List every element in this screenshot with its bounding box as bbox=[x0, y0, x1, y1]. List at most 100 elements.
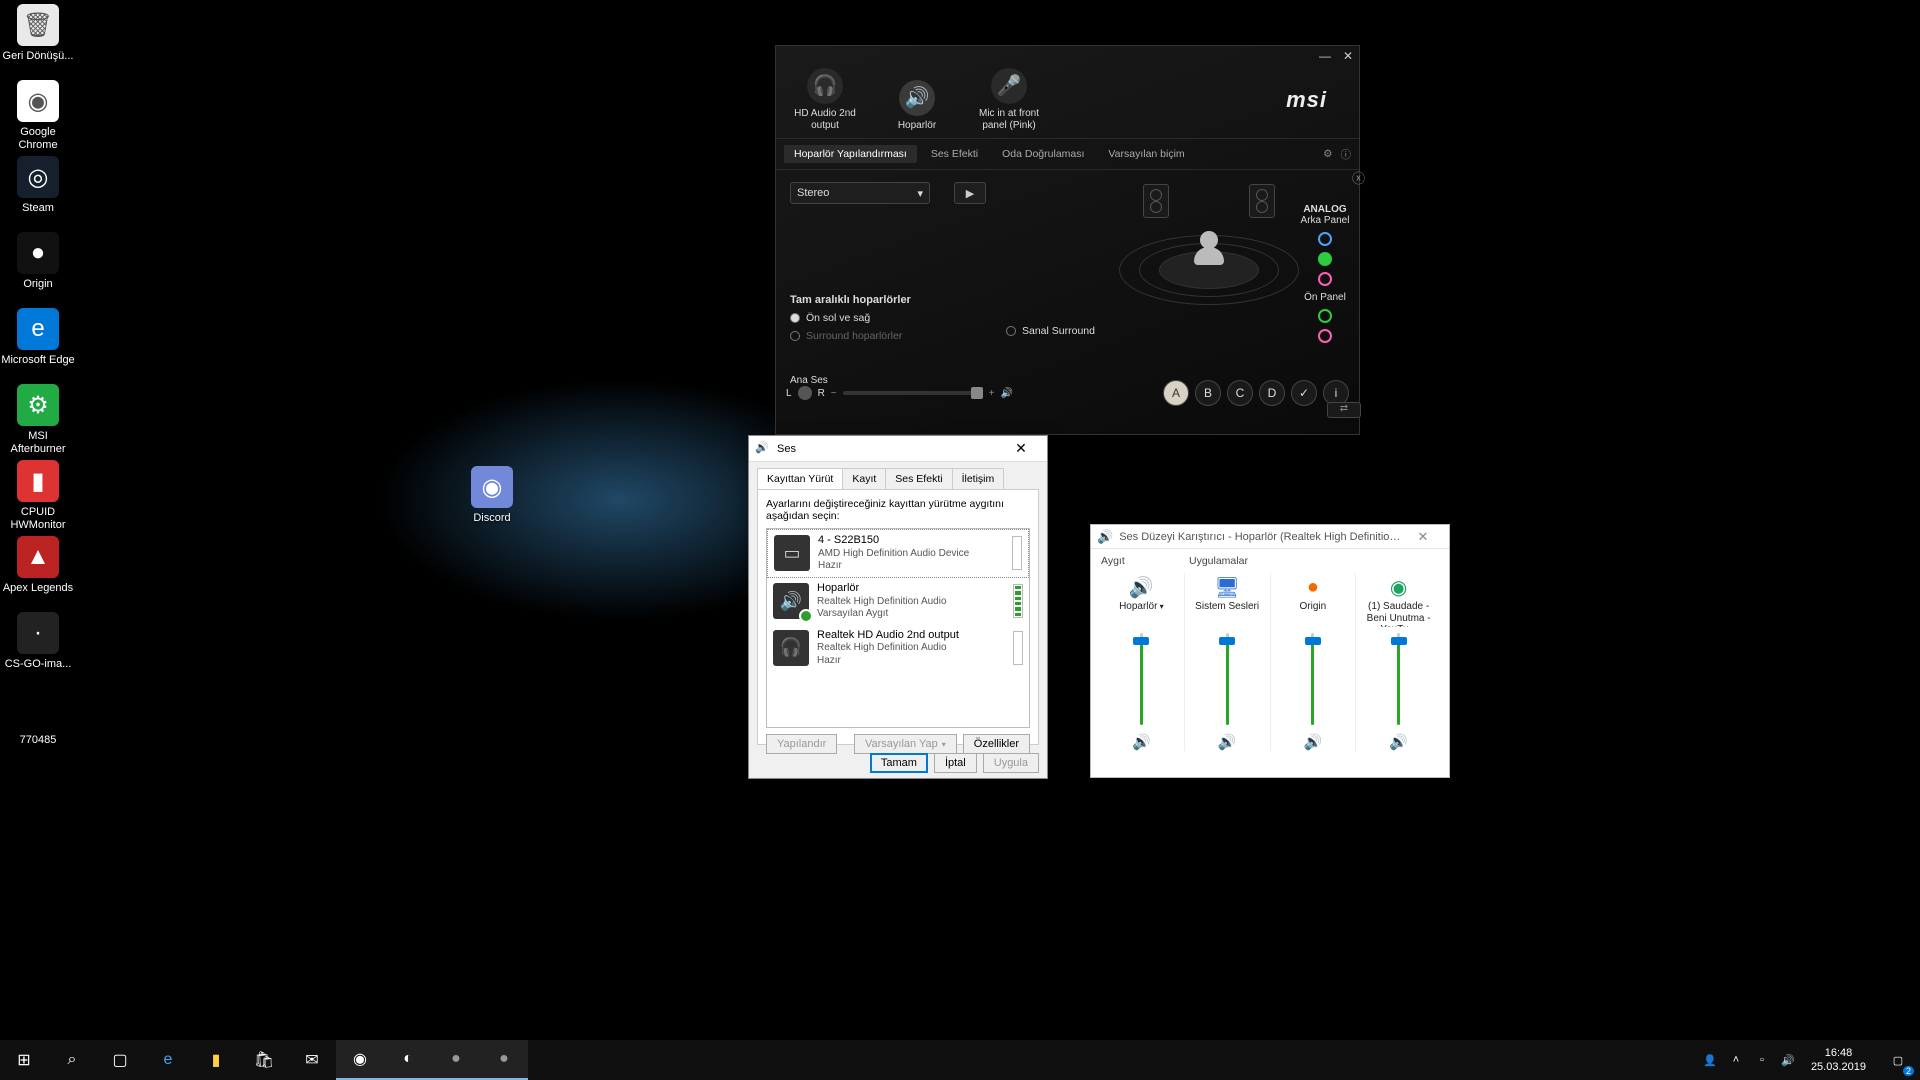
notification-icon: ▢ bbox=[1893, 1054, 1903, 1067]
device-speaker[interactable]: 🔊 Hoparlör bbox=[880, 80, 954, 132]
tab-speaker-config[interactable]: Hoparlör Yapılandırması bbox=[784, 145, 917, 163]
mute-button[interactable]: 🔊 bbox=[1389, 733, 1408, 751]
check-virtual-surround[interactable]: Sanal Surround bbox=[1006, 325, 1095, 337]
desktop-icon-label: Origin bbox=[0, 278, 76, 291]
device-icon: ▭ bbox=[774, 535, 810, 571]
sound-titlebar: 🔊 Ses ✕ bbox=[749, 436, 1047, 462]
jack-green-icon[interactable] bbox=[1318, 252, 1332, 266]
jack-config-icon[interactable]: ⇄ bbox=[1327, 402, 1361, 418]
desktop-icon[interactable]: ● Origin bbox=[0, 232, 76, 291]
sound-title: Ses bbox=[777, 443, 796, 455]
tab-room-correction[interactable]: Oda Doğrulaması bbox=[992, 145, 1094, 163]
jack-pink-icon[interactable] bbox=[1318, 329, 1332, 343]
properties-button[interactable]: Özellikler bbox=[963, 734, 1030, 754]
app-icon bbox=[17, 688, 59, 730]
check-icon[interactable]: ✓ bbox=[1291, 380, 1317, 406]
play-button[interactable]: ▶ bbox=[954, 182, 986, 204]
volume-slider[interactable] bbox=[1126, 633, 1156, 725]
taskbar-chrome[interactable]: ◉ bbox=[336, 1040, 384, 1080]
taskbar-explorer[interactable]: ▮ bbox=[192, 1040, 240, 1080]
jack-blue-icon[interactable] bbox=[1318, 232, 1332, 246]
search-button[interactable]: ⌕ bbox=[48, 1040, 96, 1080]
app-icon[interactable]: ● bbox=[1297, 573, 1329, 601]
app-icon[interactable]: 🖥 bbox=[1211, 573, 1243, 601]
tray-volume-icon[interactable]: 🔊 bbox=[1775, 1040, 1801, 1080]
volume-slider[interactable] bbox=[843, 391, 983, 395]
tab-communications[interactable]: İletişim bbox=[952, 468, 1005, 489]
desktop-icon[interactable]: 770485 bbox=[0, 688, 76, 747]
tab-playback[interactable]: Kayıttan Yürüt bbox=[757, 468, 843, 489]
taskbar-store[interactable]: 🛍 bbox=[240, 1040, 288, 1080]
app-icon[interactable]: 🔊 bbox=[1125, 573, 1157, 601]
configure-button[interactable]: Yapılandır bbox=[766, 734, 837, 754]
task-view-button[interactable]: ▢ bbox=[96, 1040, 144, 1080]
taskbar-edge[interactable]: e bbox=[144, 1040, 192, 1080]
close-button[interactable]: ✕ bbox=[1403, 529, 1443, 545]
preset-c-button[interactable]: C bbox=[1227, 380, 1253, 406]
desktop-icon[interactable]: ◎Steam bbox=[0, 156, 76, 215]
mixer-app-label[interactable]: Hoparlör bbox=[1119, 601, 1164, 627]
tray-chevron-up-icon[interactable]: ˄ bbox=[1723, 1040, 1749, 1080]
mute-button[interactable]: 🔊 bbox=[1304, 733, 1323, 751]
volume-slider[interactable] bbox=[1212, 633, 1242, 725]
radio-dot-icon bbox=[790, 331, 800, 341]
desktop-icon[interactable]: ⚙MSI Afterburner bbox=[0, 384, 76, 455]
app-icon: ● bbox=[17, 232, 59, 274]
minimize-button[interactable]: — bbox=[1319, 49, 1331, 63]
info-icon[interactable]: ⓘ bbox=[1341, 147, 1352, 162]
preset-a-button[interactable]: A bbox=[1163, 380, 1189, 406]
taskbar-ts[interactable]: ◐ bbox=[384, 1040, 432, 1080]
cancel-button[interactable]: İptal bbox=[934, 753, 977, 773]
tab-default-format[interactable]: Varsayılan biçim bbox=[1098, 145, 1194, 163]
preset-d-button[interactable]: D bbox=[1259, 380, 1285, 406]
device-hd-audio-2nd[interactable]: 🎧 HD Audio 2nd output bbox=[788, 68, 862, 132]
headphone-icon: 🎧 bbox=[807, 68, 843, 104]
device-list-item[interactable]: 🔊 HoparlörRealtek High Definition AudioV… bbox=[767, 578, 1029, 625]
device-list[interactable]: ▭ 4 - S22B150AMD High Definition Audio D… bbox=[766, 528, 1030, 728]
panel-close-icon[interactable]: ⓧ bbox=[1352, 168, 1365, 187]
start-button[interactable]: ⊞ bbox=[0, 1040, 48, 1080]
mute-button[interactable]: 🔊 bbox=[1132, 733, 1151, 751]
volume-slider[interactable] bbox=[1384, 633, 1414, 725]
jack-pink-icon[interactable] bbox=[1318, 272, 1332, 286]
volume-icon[interactable]: 🔊 bbox=[1000, 388, 1012, 399]
volume-slider[interactable] bbox=[1298, 633, 1328, 725]
app-icon: ▲ bbox=[17, 536, 59, 578]
tab-recording[interactable]: Kayıt bbox=[842, 468, 886, 489]
desktop-icon[interactable]: ◉Google Chrome bbox=[0, 80, 76, 151]
desktop-icon[interactable]: eMicrosoft Edge bbox=[0, 308, 76, 367]
set-default-button[interactable]: Varsayılan Yap bbox=[854, 734, 957, 754]
mixer-titlebar: 🔊 Ses Düzeyi Karıştırıcı - Hoparlör (Rea… bbox=[1091, 525, 1449, 549]
speaker-config-select[interactable]: Stereo▾ bbox=[790, 182, 930, 204]
device-mic-front[interactable]: 🎤 Mic in at front panel (Pink) bbox=[972, 68, 1046, 132]
taskbar-mail[interactable]: ✉ bbox=[288, 1040, 336, 1080]
jack-green-icon[interactable] bbox=[1318, 309, 1332, 323]
close-button[interactable]: ✕ bbox=[1343, 49, 1353, 63]
desktop-icon[interactable]: ▮CPUID HWMonitor bbox=[0, 460, 76, 531]
desktop-icon[interactable]: ·CS-GO-ima... bbox=[0, 612, 76, 671]
tray-network-icon[interactable]: ▫ bbox=[1749, 1040, 1775, 1080]
gear-icon[interactable]: ⚙ bbox=[1323, 148, 1332, 160]
close-button[interactable]: ✕ bbox=[1001, 440, 1041, 457]
ok-button[interactable]: Tamam bbox=[870, 753, 928, 773]
taskbar-realtek[interactable]: ● bbox=[432, 1040, 480, 1080]
app-icon[interactable]: ◉ bbox=[1383, 573, 1415, 601]
radio-dot-icon bbox=[790, 313, 800, 323]
device-list-item[interactable]: 🎧 Realtek HD Audio 2nd outputRealtek Hig… bbox=[767, 625, 1029, 672]
desktop-icon-discord[interactable]: ◉ Discord bbox=[454, 466, 530, 525]
tab-sounds[interactable]: Ses Efekti bbox=[885, 468, 952, 489]
mute-button[interactable]: 🔊 bbox=[1218, 733, 1237, 751]
desktop-icon[interactable]: ▲Apex Legends bbox=[0, 536, 76, 595]
notification-button[interactable]: ▢ 2 bbox=[1876, 1040, 1920, 1080]
device-list-item[interactable]: ▭ 4 - S22B150AMD High Definition Audio D… bbox=[767, 529, 1029, 578]
sound-icon: 🔊 bbox=[755, 441, 771, 457]
taskbar-clock[interactable]: 16:48 25.03.2019 bbox=[1801, 1046, 1876, 1075]
desktop-icon[interactable]: 🗑Geri Dönüşü... bbox=[0, 4, 76, 63]
realtek-body: ⓧ Stereo▾ ▶ Tam aralıklı hoparlörler Ön … bbox=[776, 170, 1359, 416]
balance-knob-icon[interactable] bbox=[798, 386, 812, 400]
tab-sound-effect[interactable]: Ses Efekti bbox=[921, 145, 988, 163]
tray-people-icon[interactable]: 👤 bbox=[1697, 1040, 1723, 1080]
taskbar-sound[interactable]: ● bbox=[480, 1040, 528, 1080]
preset-b-button[interactable]: B bbox=[1195, 380, 1221, 406]
apply-button[interactable]: Uygula bbox=[983, 753, 1039, 773]
